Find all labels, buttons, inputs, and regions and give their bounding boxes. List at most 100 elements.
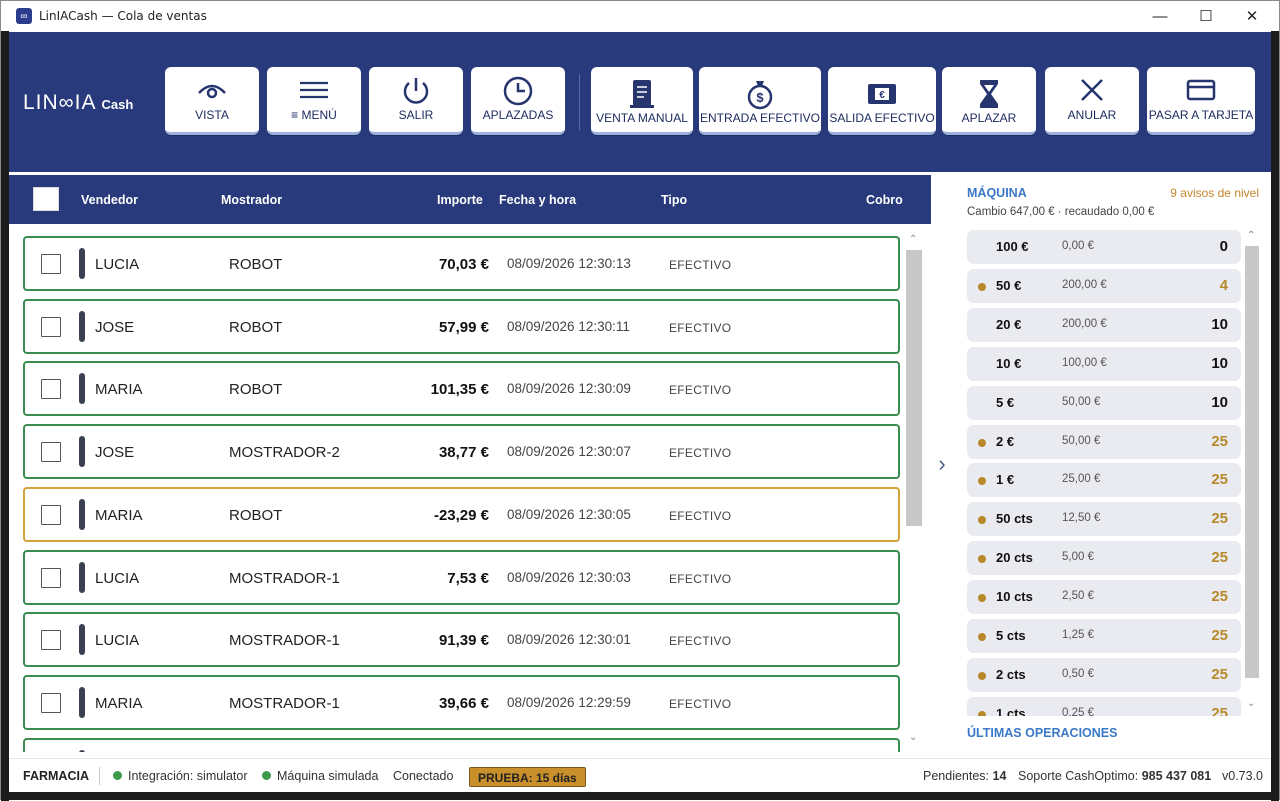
row-vendedor: LUCIA [95, 569, 140, 587]
farmacia-label: FARMACIA [23, 769, 89, 783]
salir-button[interactable]: SALIR [369, 67, 463, 135]
hourglass-icon [980, 80, 998, 108]
denomination-row[interactable]: 5 € 50,00 € 10 [967, 385, 1241, 420]
list-scrollbar[interactable]: ⌃ ⌄ [906, 234, 922, 744]
ultimas-operaciones-title[interactable]: ÚLTIMAS OPERACIONES [967, 726, 1117, 740]
maximize-icon: ☐ [1199, 8, 1213, 25]
menu-button[interactable]: ≡ MENÚ [267, 67, 361, 135]
row-status-bar [79, 624, 85, 656]
row-checkbox[interactable] [41, 316, 61, 337]
denomination-row[interactable]: 20 € 200,00 € 10 [967, 307, 1241, 342]
row-vendedor: JOSE [95, 444, 135, 462]
denomination-row[interactable]: 50 € 200,00 € 4 [967, 268, 1241, 303]
row-checkbox[interactable] [41, 692, 61, 713]
table-row[interactable]: MARIA ROBOT -23,29 € 08/09/2026 12:30:05 EFE… [23, 486, 900, 542]
row-tipo: EFECTIVO [669, 696, 732, 711]
chevron-right-icon: › [938, 451, 946, 476]
denomination-label: 10 cts [996, 589, 1033, 605]
denomination-row[interactable]: 10 cts 2,50 € 25 [967, 580, 1241, 615]
machine-scrollbar[interactable]: ⌃ ⌄ [1245, 230, 1259, 716]
table-row[interactable]: MARIA ROBOT 101,35 € 08/09/2026 12:30:09 EFE… [23, 361, 900, 417]
machine-scroll-up-icon[interactable]: ⌃ [1247, 230, 1255, 241]
pendientes: Pendientes: 14 [923, 769, 1006, 783]
machine-scroll-down-icon[interactable]: ⌄ [1247, 698, 1255, 709]
denomination-amount: 5,00 € [1062, 551, 1094, 564]
window-title: LinIACash — Cola de ventas [39, 9, 207, 23]
salida-efectivo-button[interactable]: € SALIDA EFECTIVO [828, 67, 936, 135]
pendientes-label: Pendientes: [923, 769, 990, 783]
table-row[interactable] [23, 737, 900, 752]
app-window: ∞ LinIACash — Cola de ventas — ☐ ✕ LIN∞I… [0, 0, 1280, 801]
row-checkbox[interactable] [41, 504, 61, 525]
svg-text:€: € [879, 90, 885, 101]
row-mostrador: MOSTRADOR-2 [229, 444, 340, 462]
salida-efectivo-label: SALIDA EFECTIVO [829, 111, 935, 125]
header-importe[interactable]: Importe [437, 193, 483, 207]
pasar-tarjeta-button[interactable]: PASAR A TARJETA [1147, 67, 1255, 135]
level-warnings[interactable]: 9 avisos de nivel [1170, 186, 1259, 200]
table-row[interactable]: LUCIA MOSTRADOR-1 91,39 € 08/09/2026 12:30:… [23, 612, 900, 668]
row-mostrador: MOSTRADOR-1 [229, 632, 340, 650]
denomination-count: 25 [1211, 627, 1228, 644]
close-button[interactable]: ✕ [1229, 1, 1275, 31]
status-bar: FARMACIA Integración: simulator Máquina … [9, 758, 1271, 792]
aplazadas-button[interactable]: APLAZADAS [471, 67, 565, 135]
row-importe: 7,53 € [447, 569, 489, 587]
version-label: v0.73.0 [1222, 769, 1264, 783]
row-importe: 91,39 € [438, 632, 489, 650]
row-checkbox[interactable] [41, 379, 61, 400]
denomination-row[interactable]: 50 cts 12,50 € 25 [967, 502, 1241, 537]
table-row[interactable]: LUCIA ROBOT 70,03 € 08/09/2026 12:30:13 EFEC… [23, 236, 900, 291]
denomination-row[interactable]: 2 cts 0,50 € 25 [967, 657, 1241, 692]
denomination-row[interactable]: 2 € 50,00 € 25 [967, 424, 1241, 459]
receipt-icon [630, 80, 654, 108]
table-row[interactable]: JOSE ROBOT 57,99 € 08/09/2026 12:30:11 EFECT… [23, 298, 900, 354]
collapse-panel-button[interactable]: › [933, 451, 951, 481]
denomination-label: 2 € [996, 433, 1015, 449]
row-vendedor: MARIA [95, 506, 143, 524]
level-warning-dot-icon [978, 671, 986, 680]
integration-status: Integración: simulator [113, 769, 248, 783]
denomination-row[interactable]: 5 cts 1,25 € 25 [967, 619, 1241, 653]
menu-label: ≡ MENÚ [291, 108, 337, 122]
row-tipo: EFECTIVO [669, 508, 732, 523]
denomination-row[interactable]: 100 € 0,00 € 0 [967, 230, 1241, 264]
denomination-row[interactable]: 1 € 25,00 € 25 [967, 463, 1241, 498]
header-mostrador[interactable]: Mostrador [221, 193, 282, 207]
entrada-efectivo-button[interactable]: $ ENTRADA EFECTIVO [699, 67, 821, 135]
scroll-up-icon[interactable]: ⌃ [909, 234, 917, 245]
list-scroll-thumb[interactable] [906, 250, 922, 526]
row-checkbox[interactable] [41, 254, 61, 274]
header-cobro[interactable]: Cobro [866, 193, 903, 207]
table-row[interactable]: JOSE MOSTRADOR-2 38,77 € 08/09/2026 12:30:0… [23, 424, 900, 480]
select-all-checkbox[interactable] [33, 187, 59, 211]
denomination-amount: 0,50 € [1062, 667, 1094, 680]
denomination-label: 10 € [996, 355, 1022, 371]
row-vendedor: MARIA [95, 381, 143, 399]
row-vendedor: LUCIA [95, 256, 140, 273]
denomination-row[interactable]: 1 cts 0,25 € 25 [967, 696, 1241, 716]
table-row[interactable]: LUCIA MOSTRADOR-1 7,53 € 08/09/2026 12:30:0… [23, 549, 900, 605]
aplazar-button[interactable]: APLAZAR [942, 67, 1036, 135]
row-fecha: 08/09/2026 12:30:09 [507, 381, 631, 397]
denomination-row[interactable]: 10 € 100,00 € 10 [967, 346, 1241, 381]
table-row[interactable]: MARIA MOSTRADOR-1 39,66 € 08/09/2026 12:29:… [23, 674, 900, 730]
header-vendedor[interactable]: Vendedor [81, 193, 138, 207]
row-checkbox[interactable] [41, 442, 61, 463]
minimize-button[interactable]: — [1137, 1, 1183, 31]
row-fecha: 08/09/2026 12:29:59 [507, 694, 631, 710]
machine-scroll-thumb[interactable] [1245, 246, 1259, 678]
denomination-row[interactable]: 20 cts 5,00 € 25 [967, 541, 1241, 576]
scroll-down-icon[interactable]: ⌄ [909, 732, 917, 743]
toolbar-header: LIN∞IA Cash VISTA ≡ MENÚ SALIR APLAZADAS… [9, 32, 1271, 172]
row-checkbox[interactable] [41, 630, 61, 651]
anular-button[interactable]: ANULAR [1045, 67, 1139, 135]
level-warning-dot-icon [978, 710, 986, 716]
header-fecha[interactable]: Fecha y hora [499, 193, 576, 207]
venta-manual-button[interactable]: VENTA MANUAL [591, 67, 693, 135]
header-tipo[interactable]: Tipo [661, 193, 687, 207]
row-checkbox[interactable] [41, 567, 61, 588]
vista-button[interactable]: VISTA [165, 67, 259, 135]
row-importe: 57,99 € [438, 318, 489, 336]
maximize-button[interactable]: ☐ [1183, 1, 1229, 31]
